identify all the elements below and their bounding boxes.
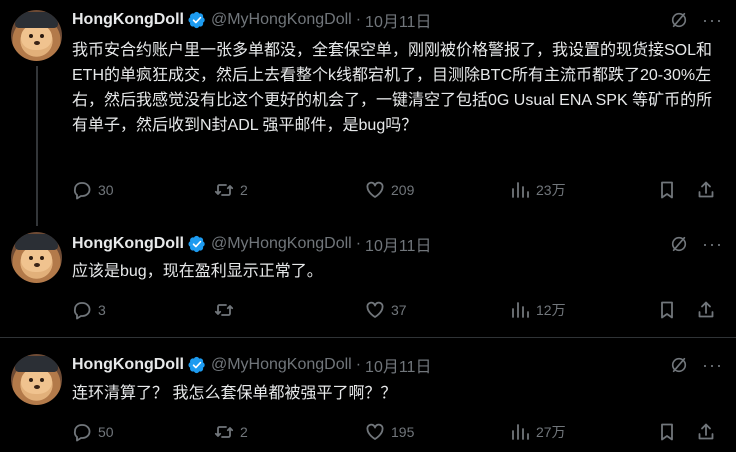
like-button[interactable]: 195 xyxy=(365,422,414,442)
views-icon xyxy=(512,302,529,318)
reply-icon xyxy=(73,424,91,442)
tweet-3[interactable]: HongKongDoll @MyHongKongDoll · 10月11日 ··… xyxy=(0,338,736,452)
reply-button[interactable]: 3 xyxy=(72,300,106,320)
tweet-2[interactable]: HongKongDoll @MyHongKongDoll · 10月11日 ··… xyxy=(0,226,736,338)
tweet-actions: 30 2 209 23万 xyxy=(72,180,722,200)
verified-badge-icon[interactable] xyxy=(188,235,206,253)
views-button[interactable]: 23万 xyxy=(510,180,566,200)
more-options-button[interactable]: ··· xyxy=(702,355,722,375)
retweet-button[interactable]: 2 xyxy=(214,422,248,442)
tweet-1[interactable]: HongKongDoll @MyHongKongDoll · 10月11日 ··… xyxy=(0,0,736,226)
like-count: 37 xyxy=(391,302,407,318)
retweet-icon xyxy=(214,304,234,316)
tweet-text: 应该是bug，现在盈利显示正常了。 xyxy=(72,263,323,280)
tweet-text: 连环清算了？ 我怎么套保单都被强平了啊？？ xyxy=(72,385,397,402)
avatar[interactable] xyxy=(11,232,62,283)
share-button[interactable] xyxy=(696,422,722,442)
bookmark-button[interactable] xyxy=(657,180,683,200)
handle[interactable]: @MyHongKongDoll xyxy=(211,235,352,253)
share-icon xyxy=(698,181,714,198)
bookmark-icon xyxy=(661,301,673,319)
timestamp[interactable]: 10月11日 xyxy=(365,353,431,377)
display-name[interactable]: HongKongDoll xyxy=(72,356,184,374)
bookmark-icon xyxy=(661,181,673,199)
reply-icon xyxy=(73,302,91,320)
grok-icon[interactable] xyxy=(670,11,688,29)
grok-icon[interactable] xyxy=(670,235,688,253)
views-button[interactable]: 12万 xyxy=(510,300,566,320)
display-name[interactable]: HongKongDoll xyxy=(72,235,184,253)
retweet-icon xyxy=(214,184,234,196)
timestamp[interactable]: 10月11日 xyxy=(365,232,431,256)
tweet-actions: 3 37 12万 xyxy=(72,300,722,320)
retweet-count: 2 xyxy=(240,182,248,198)
reply-button[interactable]: 50 xyxy=(72,422,114,442)
tweet-header: HongKongDoll @MyHongKongDoll · 10月11日 xyxy=(72,8,431,32)
share-button[interactable] xyxy=(696,300,722,320)
handle[interactable]: @MyHongKongDoll xyxy=(211,356,352,374)
heart-icon xyxy=(366,181,384,198)
grok-icon[interactable] xyxy=(670,356,688,374)
like-count: 195 xyxy=(391,424,415,440)
heart-icon xyxy=(366,423,384,440)
share-icon xyxy=(698,301,714,318)
view-count: 27万 xyxy=(536,424,566,440)
retweet-icon xyxy=(214,426,234,438)
more-options-button[interactable]: ··· xyxy=(702,234,722,254)
like-button[interactable]: 37 xyxy=(365,300,407,320)
tweet-actions: 50 2 195 27万 xyxy=(72,422,722,442)
retweet-count: 2 xyxy=(240,424,248,440)
separator-dot: · xyxy=(355,11,362,28)
reply-button[interactable]: 30 xyxy=(72,180,114,200)
share-icon xyxy=(698,423,714,440)
like-count: 209 xyxy=(391,182,415,198)
reply-count: 30 xyxy=(98,182,114,198)
bookmark-icon xyxy=(661,423,673,441)
view-count: 12万 xyxy=(536,302,566,318)
reply-icon xyxy=(73,182,91,200)
views-icon xyxy=(512,424,529,440)
view-count: 23万 xyxy=(536,182,566,198)
share-button[interactable] xyxy=(696,180,722,200)
bookmark-button[interactable] xyxy=(657,300,683,320)
tweet-header: HongKongDoll @MyHongKongDoll · 10月11日 xyxy=(72,353,431,377)
views-icon xyxy=(512,182,529,198)
avatar[interactable] xyxy=(11,10,62,61)
reply-count: 3 xyxy=(98,302,106,318)
retweet-button[interactable]: 2 xyxy=(214,180,248,200)
heart-icon xyxy=(366,301,384,318)
tweet-text: 我币安合约账户里一张多单都没，全套保空单，刚刚被价格警报了，我设置的现货接SOL… xyxy=(72,42,713,134)
thread-connector-line xyxy=(36,66,38,226)
verified-badge-icon[interactable] xyxy=(188,11,206,29)
retweet-button[interactable] xyxy=(214,300,240,320)
display-name[interactable]: HongKongDoll xyxy=(72,11,184,29)
separator-dot: · xyxy=(355,235,362,252)
separator-dot: · xyxy=(355,356,362,373)
verified-badge-icon[interactable] xyxy=(188,356,206,374)
more-options-button[interactable]: ··· xyxy=(702,10,722,30)
tweet-header: HongKongDoll @MyHongKongDoll · 10月11日 xyxy=(72,232,431,256)
bookmark-button[interactable] xyxy=(657,422,683,442)
reply-count: 50 xyxy=(98,424,114,440)
avatar[interactable] xyxy=(11,354,62,405)
timestamp[interactable]: 10月11日 xyxy=(365,8,431,32)
handle[interactable]: @MyHongKongDoll xyxy=(211,11,352,29)
views-button[interactable]: 27万 xyxy=(510,422,566,442)
like-button[interactable]: 209 xyxy=(365,180,414,200)
